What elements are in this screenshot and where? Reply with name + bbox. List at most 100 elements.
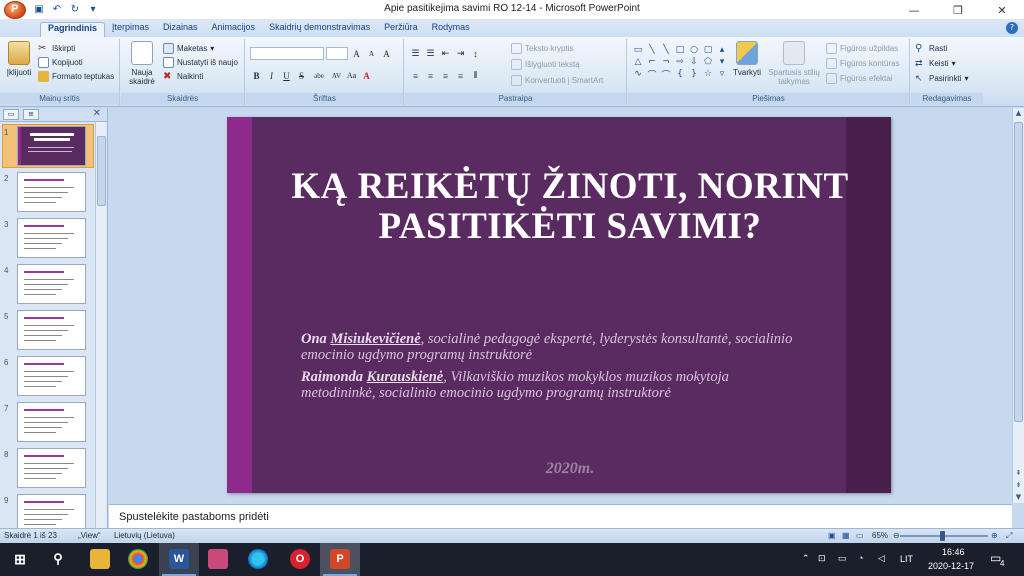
more-shapes2-icon[interactable]: ▾ xyxy=(716,57,728,67)
clear-format-button[interactable]: A xyxy=(380,47,393,60)
convert-smartart-button[interactable]: Konvertuoti į SmartArt xyxy=(511,75,603,86)
brace-right-shape-icon[interactable]: } xyxy=(688,69,700,79)
curve-shape-icon[interactable]: ⌒ xyxy=(646,69,658,81)
shape-effects-button[interactable]: Figūros efektai xyxy=(826,73,892,84)
powerpoint-icon[interactable]: P xyxy=(330,549,350,569)
tab-view[interactable]: Rodymas xyxy=(425,22,477,37)
tray-chevron-icon[interactable]: ⌃ xyxy=(802,553,810,564)
slide-thumbnail[interactable] xyxy=(17,310,86,350)
decrease-indent-icon[interactable]: ⇤ xyxy=(439,47,452,60)
tab-review[interactable]: Peržiūra xyxy=(377,22,425,37)
language-indicator[interactable]: LIT xyxy=(900,554,913,564)
volume-icon[interactable]: ◁ xyxy=(878,553,885,564)
increase-indent-icon[interactable]: ⇥ xyxy=(454,47,467,60)
slide-thumbnail[interactable] xyxy=(17,356,86,396)
text-direction-button[interactable]: Teksto kryptis xyxy=(511,43,573,54)
windows-start-icon[interactable]: ⊞ xyxy=(10,549,30,569)
tab-insert[interactable]: Įterpimas xyxy=(105,22,156,37)
language-status[interactable]: Lietuvių (Lietuva) xyxy=(114,531,175,540)
slide-year[interactable]: 2020m. xyxy=(287,460,853,478)
prev-slide-icon[interactable]: ⇞ xyxy=(1013,468,1024,479)
tab-home[interactable]: Pagrindinis xyxy=(40,22,106,37)
zoom-out-icon[interactable]: ⊖ xyxy=(893,531,900,540)
slide-scrollbar[interactable]: ▲ ⇞ ⇟ ▼ xyxy=(1012,108,1024,503)
numbering-icon[interactable]: ☰ xyxy=(424,47,437,60)
star-shape-icon[interactable]: ☆ xyxy=(702,69,714,79)
slide-thumbnail-row[interactable]: 7 xyxy=(0,402,94,444)
fit-to-window-icon[interactable]: ⤢ xyxy=(1006,531,1012,541)
tab-design[interactable]: Dizainas xyxy=(156,22,205,37)
slide-scroll-thumb[interactable] xyxy=(1014,122,1023,422)
replace-button[interactable]: ⇄ Keisti ▾ xyxy=(915,58,956,69)
sorter-view-icon[interactable]: ▦ xyxy=(842,531,850,540)
oval-shape-icon[interactable]: ○ xyxy=(688,45,700,55)
slide-thumbnail-row[interactable]: 6 xyxy=(0,356,94,398)
slides-tab[interactable]: ▭ xyxy=(3,109,19,120)
line-shape-icon[interactable]: ╲ xyxy=(646,45,658,55)
wifi-icon[interactable]: ◔ xyxy=(858,553,863,563)
right-arrow-shape-icon[interactable]: ⇨ xyxy=(674,57,686,67)
connector2-shape-icon[interactable]: ¬ xyxy=(660,57,672,67)
slide-thumbnail[interactable] xyxy=(17,218,86,258)
slide-title[interactable]: KĄ REIKĖTŲ ŽINOTI, NORINT PASITIKĖTI SAV… xyxy=(287,167,853,247)
file-explorer-icon[interactable] xyxy=(90,549,110,569)
close-button[interactable]: ✕ xyxy=(980,0,1024,20)
undo-icon[interactable]: ↶ xyxy=(50,2,64,16)
clock-date[interactable]: 2020-12-17 xyxy=(928,561,974,571)
slide-thumbnail-row[interactable]: 3 xyxy=(0,218,94,260)
slide-subtitle[interactable]: Ona Misiukevičienė, socialinė pedagogė e… xyxy=(301,331,801,407)
shadow-button[interactable]: abe xyxy=(310,69,328,82)
next-slide-icon[interactable]: ⇟ xyxy=(1013,480,1024,491)
shrink-font-button[interactable]: A xyxy=(365,47,378,60)
tab-slideshow[interactable]: Skaidrių demonstravimas xyxy=(262,22,377,37)
shape-outline-button[interactable]: Figūros kontūras xyxy=(826,58,900,69)
minimize-button[interactable]: — xyxy=(892,0,936,20)
network-icon[interactable]: ⊡ xyxy=(818,553,826,564)
curve2-shape-icon[interactable]: ⌒ xyxy=(660,69,672,81)
align-right-icon[interactable]: ≡ xyxy=(439,69,452,82)
slide-thumbnail[interactable] xyxy=(17,448,86,488)
format-painter-button[interactable]: Formato teptukas xyxy=(38,71,114,82)
slide-thumbnail[interactable] xyxy=(17,172,86,212)
close-pane-icon[interactable]: ✕ xyxy=(93,108,101,119)
select-button[interactable]: ↖ Pasirinkti ▾ xyxy=(915,73,968,84)
scroll-up-icon[interactable]: ▲ xyxy=(1013,108,1024,119)
shapes-expand-icon[interactable]: ▿ xyxy=(716,69,728,79)
connector-shape-icon[interactable]: ⌐ xyxy=(646,57,658,67)
bullets-icon[interactable]: ☰ xyxy=(409,47,422,60)
scroll-thumb[interactable] xyxy=(97,136,106,206)
align-text-button[interactable]: Išlygiuoti tekstą xyxy=(511,59,580,70)
notes-pane[interactable]: Spustelėkite pastaboms pridėti xyxy=(109,504,1012,528)
align-left-icon[interactable]: ≡ xyxy=(409,69,422,82)
save-icon[interactable]: ▣ xyxy=(32,2,46,16)
help-icon[interactable]: ? xyxy=(1006,22,1018,34)
underline-button[interactable]: U xyxy=(280,69,293,82)
rounded-rect-shape-icon[interactable]: ▢ xyxy=(702,45,714,55)
square-shape-icon[interactable]: □ xyxy=(674,45,686,55)
office-button[interactable] xyxy=(4,1,26,19)
clock-time[interactable]: 16:46 xyxy=(942,547,965,557)
strikethrough-button[interactable]: S xyxy=(295,69,308,82)
grow-font-button[interactable]: A xyxy=(350,47,363,60)
shape-fill-button[interactable]: Figūros užpildas xyxy=(826,43,898,54)
bold-button[interactable]: B xyxy=(250,69,263,82)
shapes-gallery[interactable]: ▭ ╲ ╲ □ ○ ▢ ▴ △ ⌐ ¬ ⇨ ⇩ ⬠ ▾ ∿ ⌒ ⌒ { } ☆ … xyxy=(632,45,728,81)
wave-shape-icon[interactable]: ∿ xyxy=(632,69,644,79)
normal-view-icon[interactable]: ▣ xyxy=(828,531,836,540)
quick-styles-button[interactable]: Spartusis stilių taikymas xyxy=(766,41,822,86)
thumbnails-scrollbar[interactable] xyxy=(95,122,106,528)
zoom-in-icon[interactable]: ⊕ xyxy=(991,531,998,540)
word-icon[interactable]: W xyxy=(169,549,189,569)
paste-button[interactable]: Įklijuoti xyxy=(4,41,34,77)
down-arrow-shape-icon[interactable]: ⇩ xyxy=(688,57,700,67)
change-case-button[interactable]: Aa xyxy=(345,69,358,82)
font-size-box[interactable] xyxy=(326,47,348,60)
slide-canvas[interactable]: KĄ REIKĖTŲ ŽINOTI, NORINT PASITIKĖTI SAV… xyxy=(227,117,891,493)
triangle-shape-icon[interactable]: △ xyxy=(632,57,644,67)
search-icon[interactable]: ⚲ xyxy=(48,549,68,569)
copy-button[interactable]: Kopijuoti xyxy=(38,57,83,68)
columns-icon[interactable]: ⫴ xyxy=(469,69,482,82)
font-name-box[interactable] xyxy=(250,47,324,60)
slide-thumbnail-row[interactable]: 2 xyxy=(0,172,94,214)
char-spacing-button[interactable]: AV xyxy=(330,69,343,82)
